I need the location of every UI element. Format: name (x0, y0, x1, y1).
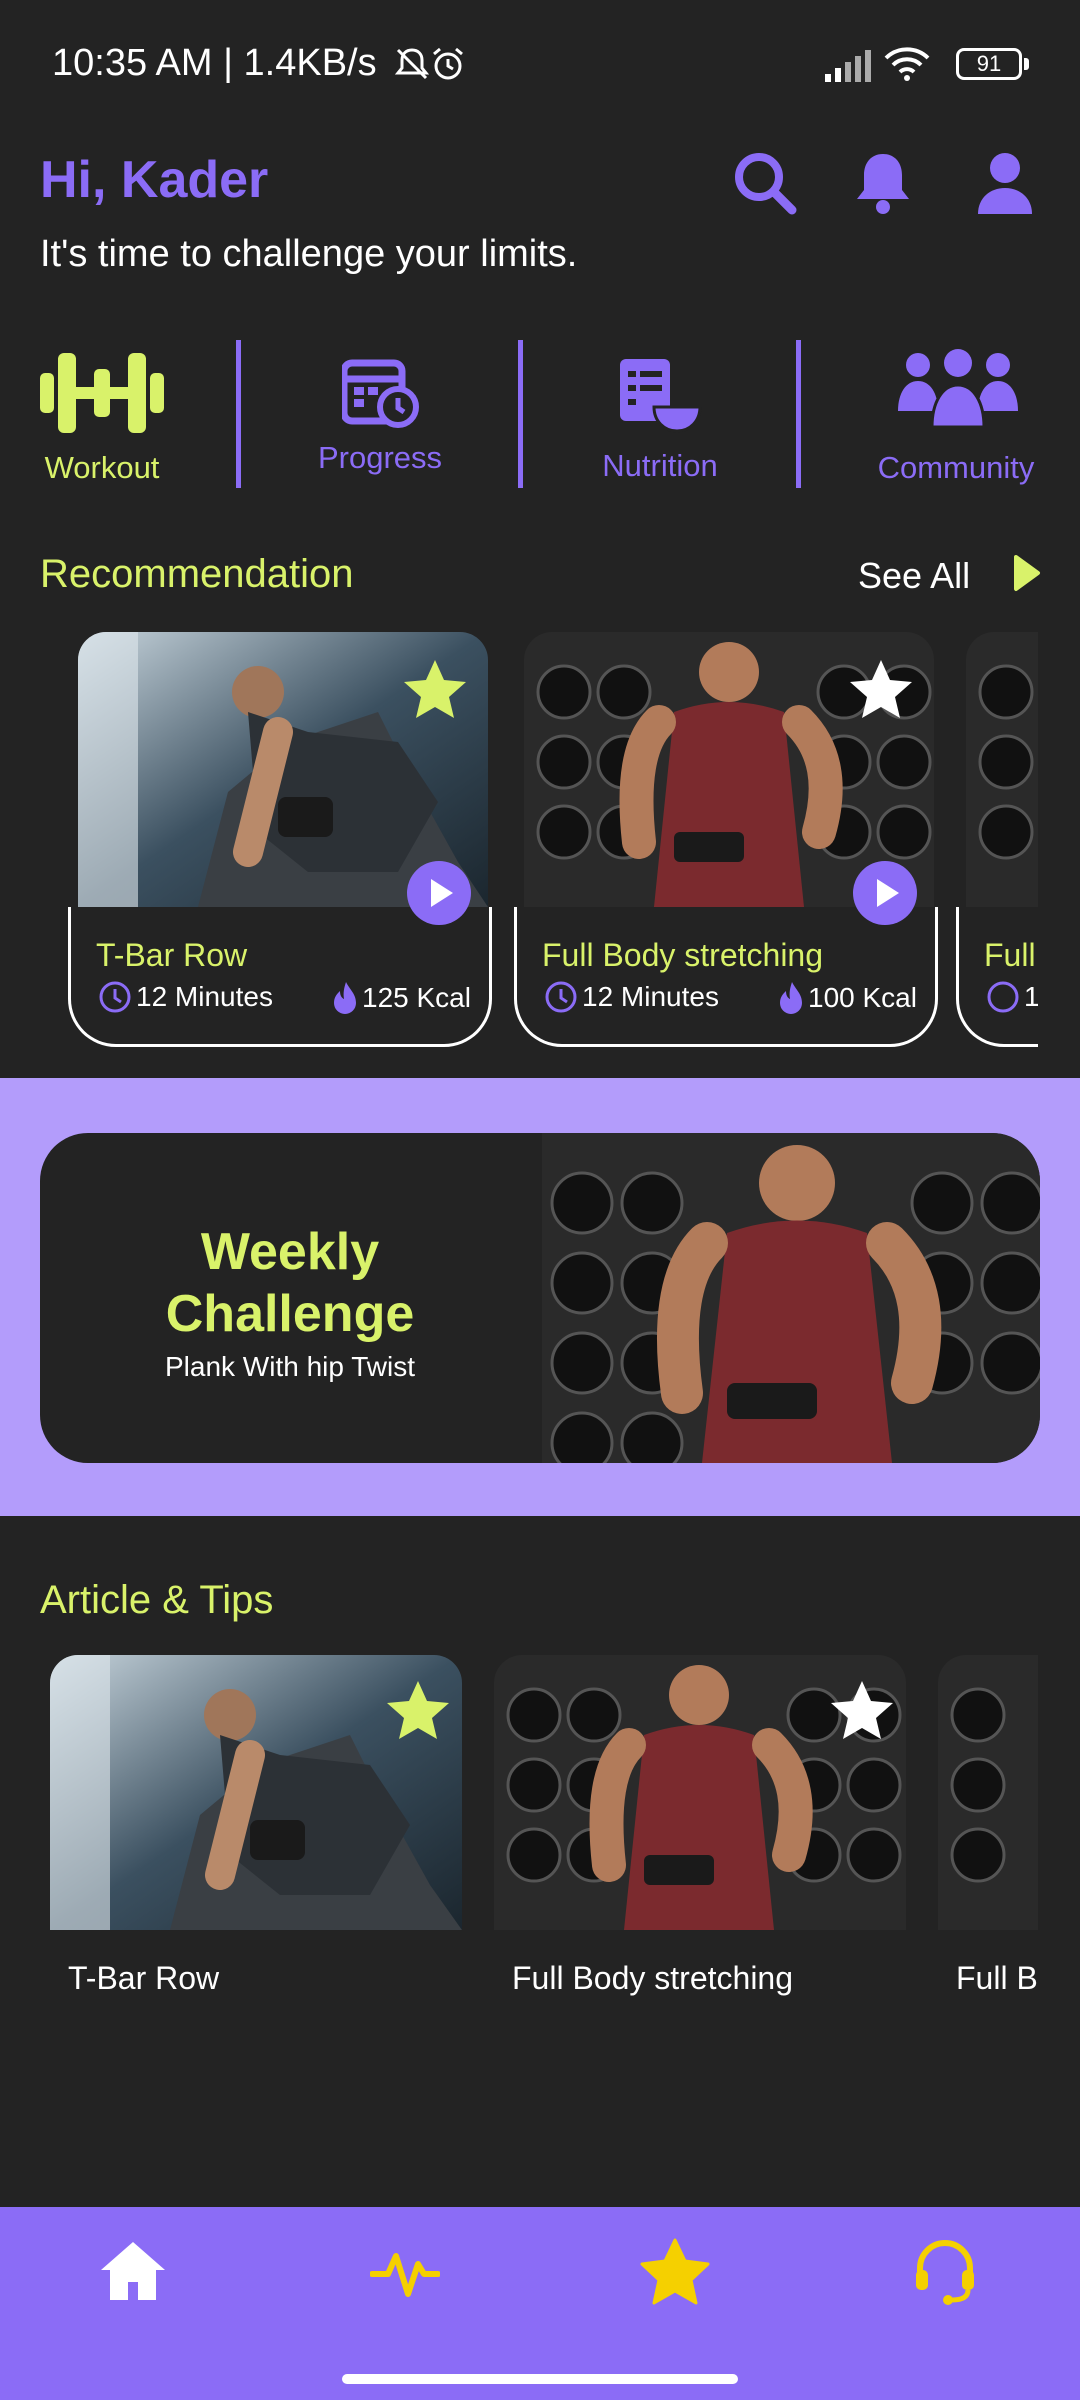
kcal-text: 100 Kcal (808, 982, 917, 1013)
play-arrow-icon[interactable] (1012, 553, 1042, 593)
card-kcal: 125 Kcal (332, 980, 471, 1016)
article-card-partial[interactable] (938, 1655, 1038, 1930)
dumbbell-icon (40, 353, 164, 433)
challenge-image (542, 1133, 1040, 1463)
battery-indicator: 91 (956, 48, 1029, 80)
card-title: Full (984, 937, 1036, 973)
clock-icon (987, 981, 1019, 1013)
wifi-icon (884, 47, 930, 81)
category-label: Progress (317, 440, 443, 475)
workout-image (966, 632, 1038, 907)
home-indicator[interactable] (342, 2374, 738, 2384)
card-duration: 12 Minutes (98, 980, 273, 1014)
card-title: Full Body stretching (542, 937, 824, 973)
mute-bell-icon (394, 48, 430, 80)
category-label: Workout (44, 450, 160, 485)
category-label: Nutrition (602, 448, 718, 483)
section-title-articles: Article & Tips (40, 1578, 274, 1622)
home-icon[interactable] (98, 2236, 168, 2306)
article-title: T-Bar Row (68, 1960, 220, 1996)
divider (518, 340, 523, 488)
flame-icon (334, 982, 356, 1014)
section-title-recommendation: Recommendation (40, 552, 354, 596)
weekly-challenge-card[interactable]: Weekly Challenge Plank With hip Twist (40, 1133, 1040, 1463)
community-icon (898, 349, 1018, 429)
challenge-title-line1: Weekly (200, 1223, 380, 1281)
clock-icon (99, 981, 131, 1013)
duration-text: 12 Minutes (136, 981, 273, 1012)
signal-icon (825, 50, 871, 82)
category-label: Community (877, 450, 1035, 485)
category-community[interactable]: Community (866, 345, 1046, 495)
profile-icon[interactable] (970, 148, 1040, 218)
category-workout[interactable]: Workout (32, 345, 172, 495)
favorite-star-icon[interactable] (849, 658, 913, 720)
card-duration: 1 (986, 980, 1038, 1014)
duration-text: 12 Minutes (582, 981, 719, 1012)
search-icon[interactable] (730, 148, 800, 218)
challenge-title-line2: Challenge (165, 1285, 415, 1343)
alarm-icon (433, 47, 463, 80)
article-title: Full Body stretching (512, 1960, 794, 1996)
card-title: T-Bar Row (96, 937, 248, 973)
article-card[interactable] (494, 1655, 906, 1930)
status-bar: 10:35 AM | 1.4KB/s 91 (0, 0, 1080, 135)
article-title: Full B (956, 1960, 1038, 1996)
category-progress[interactable]: Progress (300, 345, 460, 495)
favorite-star-icon[interactable] (386, 1679, 450, 1741)
divider (796, 340, 801, 488)
card-kcal: 100 Kcal (778, 980, 917, 1016)
recommendation-card[interactable]: Full Body stretching 12 Minutes 100 Kcal (514, 632, 940, 1050)
favorite-star-icon[interactable] (830, 1679, 894, 1741)
duration-text: 1 (1024, 981, 1038, 1012)
progress-calendar-icon (342, 359, 419, 428)
support-headset-icon[interactable] (910, 2236, 980, 2306)
star-icon[interactable] (640, 2236, 710, 2306)
recommendation-card[interactable]: T-Bar Row 12 Minutes 125 Kcal (68, 632, 494, 1050)
card-frame (68, 907, 492, 1047)
divider (236, 340, 241, 488)
nutrition-icon (620, 359, 702, 433)
article-image (938, 1655, 1038, 1930)
bell-icon[interactable] (848, 148, 918, 218)
challenge-subtitle: Plank With hip Twist (164, 1351, 416, 1382)
status-time: 10:35 AM | 1.4KB/s (52, 42, 377, 84)
card-frame (956, 907, 1038, 1047)
card-frame (514, 907, 938, 1047)
tagline: It's time to challenge your limits. (40, 233, 578, 275)
activity-icon[interactable] (370, 2236, 440, 2306)
favorite-star-icon[interactable] (403, 658, 467, 720)
flame-icon (780, 982, 802, 1014)
article-card[interactable] (50, 1655, 462, 1930)
see-all-link[interactable]: See All (858, 555, 970, 597)
clock-icon (545, 981, 577, 1013)
card-duration: 12 Minutes (544, 980, 719, 1014)
category-nutrition[interactable]: Nutrition (580, 345, 740, 495)
recommendation-card-partial[interactable]: Full 1 (956, 632, 1038, 1052)
kcal-text: 125 Kcal (362, 982, 471, 1013)
challenge-title: Weekly Challenge (40, 1221, 540, 1345)
greeting: Hi, Kader (40, 151, 269, 209)
